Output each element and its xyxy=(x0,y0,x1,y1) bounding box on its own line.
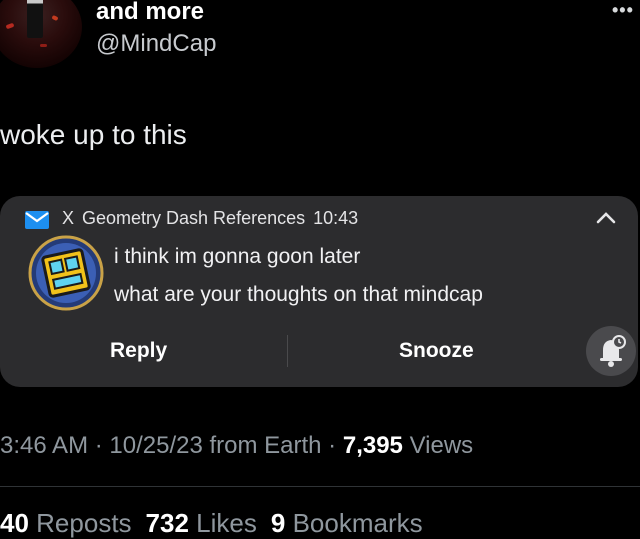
likes-label: Likes xyxy=(196,508,257,538)
tweet-source: from Earth xyxy=(209,432,322,459)
likes-stat[interactable]: 732 Likes xyxy=(146,508,257,538)
reposts-label: Reposts xyxy=(36,508,132,538)
user-handle[interactable]: @MindCap xyxy=(96,30,216,58)
views-label: Views xyxy=(409,432,474,459)
notification-card[interactable]: X Geometry Dash References 10:43 i think i… xyxy=(0,196,638,387)
notification-sender: Geometry Dash References xyxy=(82,208,306,228)
tweet-stats: 40 Reposts 732 Likes 9 Bookmarks xyxy=(0,508,423,539)
action-divider xyxy=(287,335,288,367)
ellipsis-icon[interactable]: ••• xyxy=(612,0,634,21)
likes-count: 732 xyxy=(145,508,189,538)
tweet-meta: 3:46 AM · 10/25/23 from Earth · 7,395 Vi… xyxy=(0,432,474,459)
tweet-text: woke up to this xyxy=(0,119,187,150)
divider xyxy=(0,486,640,487)
snooze-bell-icon[interactable] xyxy=(586,326,636,376)
chevron-up-icon[interactable] xyxy=(594,210,618,226)
notification-line-1: i think im gonna goon later xyxy=(114,245,361,268)
tweet-date[interactable]: 10/25/23 xyxy=(109,432,202,459)
tweet-time[interactable]: 3:46 AM xyxy=(0,432,88,459)
notification-line-2: what are your thoughts on that mindcap xyxy=(114,283,483,306)
notification-header: X Geometry Dash References 10:43 xyxy=(62,208,358,229)
views-count: 7,395 xyxy=(342,432,403,459)
reposts-stat[interactable]: 40 Reposts xyxy=(0,508,132,538)
snooze-button[interactable]: Snooze xyxy=(399,339,474,363)
reposts-count: 40 xyxy=(0,508,29,538)
display-name[interactable]: and more xyxy=(96,0,204,26)
mail-icon xyxy=(25,211,49,229)
app-prefix: X xyxy=(62,208,75,228)
reply-button[interactable]: Reply xyxy=(110,339,167,363)
bookmarks-count: 9 xyxy=(270,508,286,538)
bookmarks-stat[interactable]: 9 Bookmarks xyxy=(271,508,423,538)
bookmarks-label: Bookmarks xyxy=(292,508,423,538)
notification-time: 10:43 xyxy=(313,208,359,228)
avatar[interactable] xyxy=(0,0,82,68)
geometry-dash-app-icon xyxy=(28,235,104,311)
